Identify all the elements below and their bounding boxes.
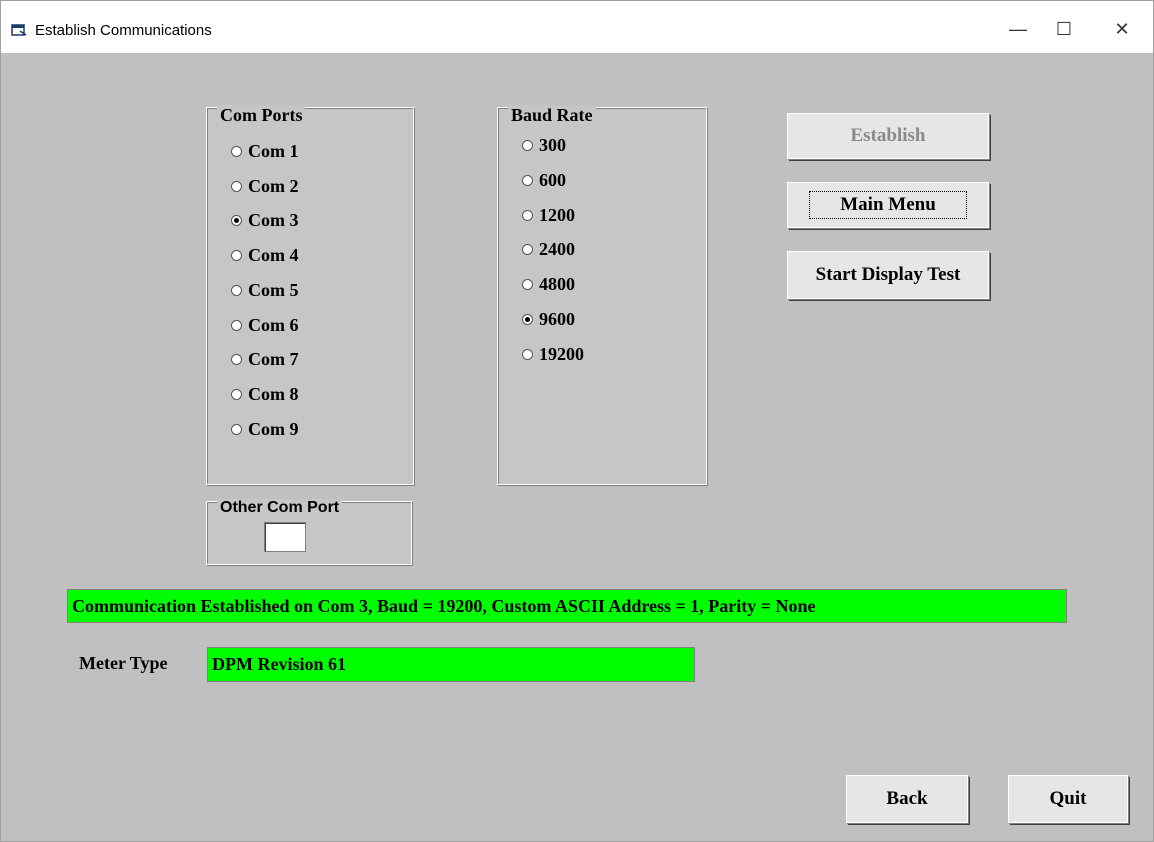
radio-indicator-icon [522,244,533,256]
radio-indicator-icon [231,146,242,157]
com-ports-group: Com Ports Com 1 Com 2 Com 3 Com 4 Com 5 Com 6… [206,105,414,485]
baud-rate-radio[interactable]: 2400 [522,239,575,260]
baud-rate-radio[interactable]: 300 [522,135,566,156]
baud-rate-radio[interactable]: 9600 [522,309,575,330]
title-bar: Establish Communications — ☐ ✕ [1,1,1153,53]
start-display-test-button[interactable]: Start Display Test [787,251,989,299]
com-port-radio[interactable]: Com 9 [231,419,299,440]
main-menu-label: Main Menu [809,191,967,219]
com-port-label: Com 9 [248,418,299,439]
other-com-port-group: Other Com Port [206,499,412,565]
radio-indicator-icon [231,215,242,227]
radio-indicator-icon [231,354,242,366]
baud-rate-label: 19200 [539,343,584,364]
com-port-label: Com 7 [248,349,299,370]
baud-rate-label: 300 [539,135,566,155]
com-port-label: Com 5 [248,279,299,300]
other-com-port-title: Other Com Port [217,499,343,517]
com-port-label: Com 4 [248,245,299,266]
meter-type-value: DPM Revision 61 [207,647,695,682]
app-icon [11,24,27,36]
radio-indicator-icon [231,388,242,400]
close-button[interactable]: ✕ [1099,9,1145,49]
radio-indicator-icon [522,279,533,291]
com-ports-title: Com Ports [217,105,306,126]
radio-indicator-icon [522,348,533,360]
radio-indicator-icon [231,180,242,192]
baud-rate-radio[interactable]: 19200 [522,344,584,365]
radio-indicator-icon [231,423,242,435]
radio-indicator-icon [522,140,533,151]
radio-indicator-icon [522,209,533,221]
com-port-radio[interactable]: Com 7 [231,349,299,370]
main-menu-button[interactable]: Main Menu [787,182,989,228]
communication-status: Communication Established on Com 3, Baud… [67,589,1067,623]
radio-indicator-icon [231,250,242,262]
com-port-radio[interactable]: Com 5 [231,280,299,301]
baud-rate-label: 600 [539,169,566,190]
establish-button[interactable]: Establish [787,113,989,159]
com-port-label: Com 3 [248,210,299,231]
com-port-radio[interactable]: Com 2 [231,176,299,197]
com-port-label: Com 1 [248,141,299,161]
radio-indicator-icon [231,319,242,331]
radio-indicator-icon [522,314,533,325]
com-port-radio[interactable]: Com 1 [231,141,299,162]
radio-indicator-icon [522,174,533,186]
com-port-radio[interactable]: Com 6 [231,315,299,336]
establish-communications-window: Establish Communications — ☐ ✕ Com Ports… [0,0,1154,842]
baud-rate-title: Baud Rate [508,105,596,126]
minimize-button[interactable]: — [995,9,1041,49]
baud-rate-label: 1200 [539,204,575,225]
baud-rate-radio[interactable]: 600 [522,170,566,191]
baud-rate-label: 9600 [539,309,575,329]
back-button[interactable]: Back [846,775,968,823]
com-port-radio[interactable]: Com 3 [231,210,299,231]
quit-button[interactable]: Quit [1008,775,1128,823]
baud-rate-label: 4800 [539,274,575,295]
baud-rate-label: 2400 [539,239,575,260]
com-port-radio[interactable]: Com 8 [231,384,299,405]
radio-indicator-icon [231,284,242,296]
com-port-label: Com 8 [248,383,299,404]
com-port-radio[interactable]: Com 4 [231,245,299,266]
meter-type-label: Meter Type [79,653,168,673]
baud-rate-radio[interactable]: 1200 [522,205,575,226]
other-com-port-input[interactable] [264,522,306,552]
baud-rate-radio[interactable]: 4800 [522,274,575,295]
baud-rate-group: Baud Rate 300 600 1200 2400 4800 9600 19200 [497,105,707,485]
window-title: Establish Communications [35,22,212,39]
maximize-button[interactable]: ☐ [1041,9,1087,49]
com-port-label: Com 6 [248,314,299,335]
com-port-label: Com 2 [248,175,299,196]
